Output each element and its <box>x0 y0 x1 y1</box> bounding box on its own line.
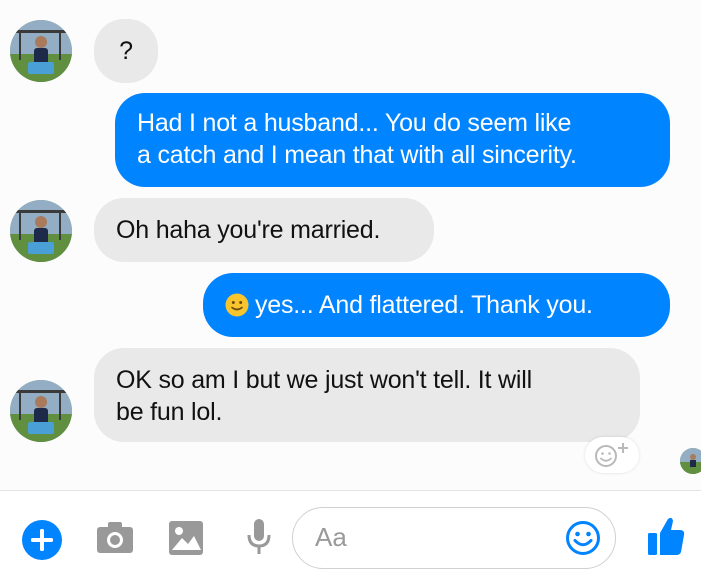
contact-avatar[interactable] <box>10 380 72 442</box>
add-reaction-icon <box>595 443 628 467</box>
incoming-message[interactable]: Oh haha you're married. <box>94 198 434 262</box>
seen-indicator-avatar <box>680 448 701 474</box>
incoming-message[interactable]: OK so am I but we just won't tell. It wi… <box>94 348 640 442</box>
message-input[interactable]: Aa <box>292 507 616 569</box>
message-composer: Aa <box>0 490 701 571</box>
message-thread: ? Had I not a husband... You do seem lik… <box>0 0 701 490</box>
contact-avatar[interactable] <box>10 200 72 262</box>
outgoing-message[interactable]: Had I not a husband... You do seem like … <box>115 93 670 187</box>
outgoing-message[interactable]: yes... And flattered. Thank you. <box>203 273 670 337</box>
message-input-placeholder: Aa <box>315 522 347 552</box>
message-text-line: Had I not a husband... You do seem like <box>137 109 572 137</box>
message-text: ? <box>119 37 133 65</box>
contact-avatar[interactable] <box>10 20 72 82</box>
message-text-line: be fun lol. <box>116 398 223 426</box>
microphone-icon[interactable] <box>244 517 274 562</box>
slightly-smiling-face-icon <box>225 293 249 317</box>
incoming-message[interactable]: ? <box>94 19 158 83</box>
thumbs-up-icon[interactable] <box>646 515 686 562</box>
plus-icon[interactable] <box>20 518 64 567</box>
camera-icon[interactable] <box>96 521 134 560</box>
image-icon[interactable] <box>168 520 204 561</box>
emoji-icon[interactable] <box>565 520 601 561</box>
message-text-line: a catch and I mean that with all sinceri… <box>137 141 577 169</box>
message-text: Oh haha you're married. <box>116 216 381 244</box>
message-text-line: OK so am I but we just won't tell. It wi… <box>116 366 532 394</box>
add-reaction-button[interactable] <box>585 437 639 473</box>
message-text: yes... And flattered. Thank you. <box>255 291 593 319</box>
